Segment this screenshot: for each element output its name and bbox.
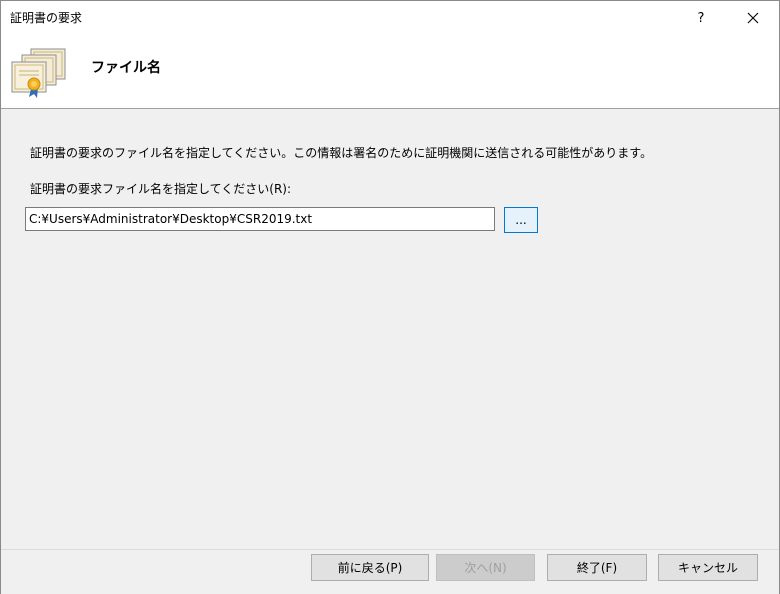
close-icon <box>747 12 759 24</box>
window-title: 証明書の要求 <box>10 11 83 25</box>
cancel-button[interactable]: キャンセル <box>658 554 758 581</box>
wizard-content: 証明書の要求のファイル名を指定してください。この情報は署名のために証明機関に送信… <box>1 109 779 549</box>
title-bar: 証明書の要求 ? <box>1 1 779 37</box>
close-button[interactable] <box>731 1 775 35</box>
dialog-window: 証明書の要求 ? ファイル名 証明書の要求のファイル名を指定してください。この情… <box>0 0 780 594</box>
wizard-footer: 前に戻る(P) 次へ(N) 終了(F) キャンセル <box>1 549 779 594</box>
finish-button[interactable]: 終了(F) <box>547 554 647 581</box>
filename-input[interactable] <box>25 207 495 231</box>
filename-label: 証明書の要求ファイル名を指定してください(R): <box>30 182 292 196</box>
browse-button[interactable]: ... <box>504 207 538 233</box>
description-text: 証明書の要求のファイル名を指定してください。この情報は署名のために証明機関に送信… <box>30 146 653 160</box>
page-title: ファイル名 <box>91 60 161 76</box>
next-button[interactable]: 次へ(N) <box>436 554 535 581</box>
back-button[interactable]: 前に戻る(P) <box>311 554 429 581</box>
help-icon: ? <box>697 10 705 26</box>
wizard-header: ファイル名 <box>1 37 779 109</box>
certificate-icon <box>11 48 66 98</box>
help-button[interactable]: ? <box>681 1 721 35</box>
